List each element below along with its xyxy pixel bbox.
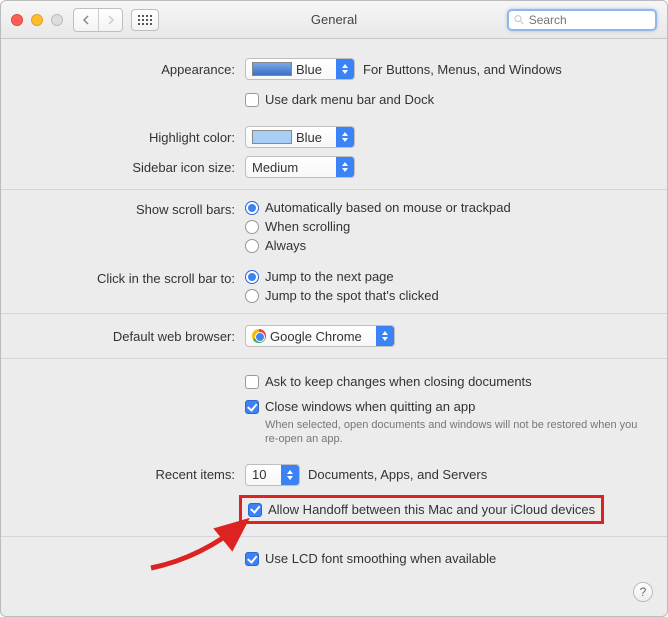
scrollclick-label: Click in the scroll bar to: xyxy=(21,269,245,286)
checkbox-checked-icon xyxy=(245,552,259,566)
titlebar: General xyxy=(1,1,667,39)
minimize-icon[interactable] xyxy=(31,14,43,26)
scroll-always-radio[interactable]: Always xyxy=(245,238,511,253)
scroll-auto-label: Automatically based on mouse or trackpad xyxy=(265,200,511,215)
chevron-updown-icon xyxy=(336,157,354,177)
appearance-hint: For Buttons, Menus, and Windows xyxy=(363,62,562,77)
chevron-updown-icon xyxy=(336,59,354,79)
chevron-updown-icon xyxy=(376,326,394,346)
divider xyxy=(1,536,667,537)
checkbox-icon xyxy=(245,93,259,107)
show-all-button[interactable] xyxy=(131,9,159,31)
sidebar-size-label: Sidebar icon size: xyxy=(21,160,245,175)
sidebar-size-select[interactable]: Medium xyxy=(245,156,355,178)
lcd-smoothing-checkbox[interactable]: Use LCD font smoothing when available xyxy=(245,551,496,566)
browser-label: Default web browser: xyxy=(21,329,245,344)
divider xyxy=(1,313,667,314)
sidebar-size-value: Medium xyxy=(252,160,298,175)
radio-icon xyxy=(245,220,259,234)
scrollclick-next-label: Jump to the next page xyxy=(265,269,394,284)
close-windows-note: When selected, open documents and window… xyxy=(265,418,647,447)
chevron-updown-icon xyxy=(336,127,354,147)
close-windows-label: Close windows when quitting an app xyxy=(265,399,475,414)
appearance-value: Blue xyxy=(296,62,322,77)
recent-label: Recent items: xyxy=(21,467,245,482)
preferences-window: General Appearance: Blue For Buttons, Me… xyxy=(0,0,668,617)
recent-select[interactable]: 10 xyxy=(245,464,300,486)
recent-suffix: Documents, Apps, and Servers xyxy=(308,467,487,482)
scrollclick-spot-label: Jump to the spot that's clicked xyxy=(265,288,439,303)
recent-value: 10 xyxy=(252,467,266,482)
search-field[interactable] xyxy=(507,9,657,31)
close-icon[interactable] xyxy=(11,14,23,26)
scroll-always-label: Always xyxy=(265,238,306,253)
radio-icon xyxy=(245,289,259,303)
radio-icon xyxy=(245,270,259,284)
blue-swatch-icon xyxy=(252,62,292,76)
highlight-value: Blue xyxy=(296,130,322,145)
back-button[interactable] xyxy=(74,9,98,31)
chevron-updown-icon xyxy=(281,465,299,485)
browser-value: Google Chrome xyxy=(270,329,362,344)
divider xyxy=(1,358,667,359)
radio-icon xyxy=(245,201,259,215)
checkbox-checked-icon xyxy=(248,503,262,517)
checkbox-icon xyxy=(245,375,259,389)
highlight-label: Highlight color: xyxy=(21,130,245,145)
scroll-when-radio[interactable]: When scrolling xyxy=(245,219,511,234)
chrome-icon xyxy=(252,329,266,343)
help-button[interactable]: ? xyxy=(633,582,653,602)
search-input[interactable] xyxy=(529,13,650,27)
dark-menu-checkbox[interactable]: Use dark menu bar and Dock xyxy=(245,92,434,107)
checkbox-checked-icon xyxy=(245,400,259,414)
scroll-when-label: When scrolling xyxy=(265,219,350,234)
scrollclick-next-radio[interactable]: Jump to the next page xyxy=(245,269,439,284)
nav-buttons xyxy=(73,8,123,32)
browser-select[interactable]: Google Chrome xyxy=(245,325,395,347)
dark-menu-label: Use dark menu bar and Dock xyxy=(265,92,434,107)
content-area: Appearance: Blue For Buttons, Menus, and… xyxy=(1,39,667,587)
handoff-label: Allow Handoff between this Mac and your … xyxy=(268,502,595,517)
scroll-auto-radio[interactable]: Automatically based on mouse or trackpad xyxy=(245,200,511,215)
highlight-swatch-icon xyxy=(252,130,292,144)
zoom-icon[interactable] xyxy=(51,14,63,26)
close-windows-checkbox[interactable]: Close windows when quitting an app xyxy=(245,399,475,414)
highlight-select[interactable]: Blue xyxy=(245,126,355,148)
handoff-checkbox[interactable]: Allow Handoff between this Mac and your … xyxy=(248,502,595,517)
forward-button[interactable] xyxy=(98,9,122,31)
radio-icon xyxy=(245,239,259,253)
help-icon: ? xyxy=(640,585,647,599)
search-icon xyxy=(514,14,525,26)
ask-changes-label: Ask to keep changes when closing documen… xyxy=(265,374,532,389)
appearance-label: Appearance: xyxy=(21,62,245,77)
lcd-smoothing-label: Use LCD font smoothing when available xyxy=(265,551,496,566)
scrollclick-spot-radio[interactable]: Jump to the spot that's clicked xyxy=(245,288,439,303)
appearance-select[interactable]: Blue xyxy=(245,58,355,80)
ask-changes-checkbox[interactable]: Ask to keep changes when closing documen… xyxy=(245,374,532,389)
window-controls xyxy=(11,14,63,26)
highlighted-setting: Allow Handoff between this Mac and your … xyxy=(239,495,604,524)
scrollbars-label: Show scroll bars: xyxy=(21,200,245,217)
divider xyxy=(1,189,667,190)
